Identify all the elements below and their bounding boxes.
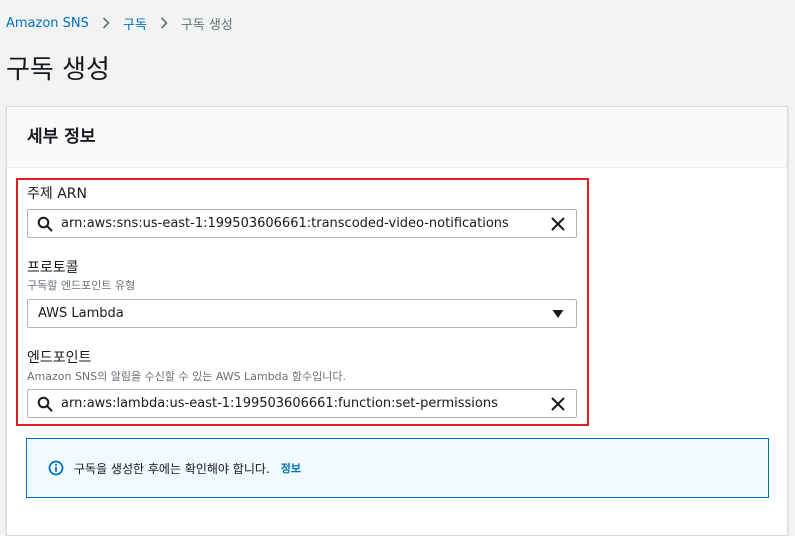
protocol-description: 구독할 엔드포인트 유형 <box>27 279 136 292</box>
info-alert-text: 구독을 생성한 후에는 확인해야 합니다. <box>74 461 270 476</box>
chevron-right-icon <box>102 17 110 29</box>
protocol-selected-value: AWS Lambda <box>38 306 124 321</box>
topic-arn-value: arn:aws:sns:us-east-1:199503606661:trans… <box>61 216 509 231</box>
endpoint-value: arn:aws:lambda:us-east-1:199503606661:fu… <box>61 396 498 411</box>
endpoint-description: Amazon SNS의 알림을 수신할 수 있는 AWS Lambda 함수입니… <box>27 370 346 383</box>
protocol-label: 프로토콜 <box>27 260 79 276</box>
close-icon[interactable] <box>550 396 566 412</box>
search-icon <box>37 216 53 232</box>
endpoint-input[interactable]: arn:aws:lambda:us-east-1:199503606661:fu… <box>27 389 577 418</box>
page-title: 구독 생성 <box>6 55 110 85</box>
topic-arn-label: 주제 ARN <box>27 186 87 202</box>
endpoint-label: 엔드포인트 <box>27 350 92 366</box>
breadcrumb-subscriptions[interactable]: 구독 <box>123 14 147 33</box>
breadcrumb: Amazon SNS 구독 구독 생성 <box>6 13 233 33</box>
breadcrumb-amazon-sns[interactable]: Amazon SNS <box>6 16 89 31</box>
chevron-right-icon <box>160 17 168 29</box>
details-panel-header: 세부 정보 <box>7 107 787 168</box>
protocol-select[interactable]: AWS Lambda <box>27 299 577 328</box>
breadcrumb-current-page: 구독 생성 <box>180 17 233 33</box>
caret-down-icon <box>551 307 565 321</box>
search-icon <box>37 396 53 412</box>
close-icon[interactable] <box>550 216 566 232</box>
details-panel-title: 세부 정보 <box>27 127 96 147</box>
info-icon <box>48 460 64 476</box>
info-link[interactable]: 정보 <box>281 460 301 476</box>
info-alert: 구독을 생성한 후에는 확인해야 합니다. 정보 <box>26 438 769 498</box>
topic-arn-input[interactable]: arn:aws:sns:us-east-1:199503606661:trans… <box>27 209 577 238</box>
